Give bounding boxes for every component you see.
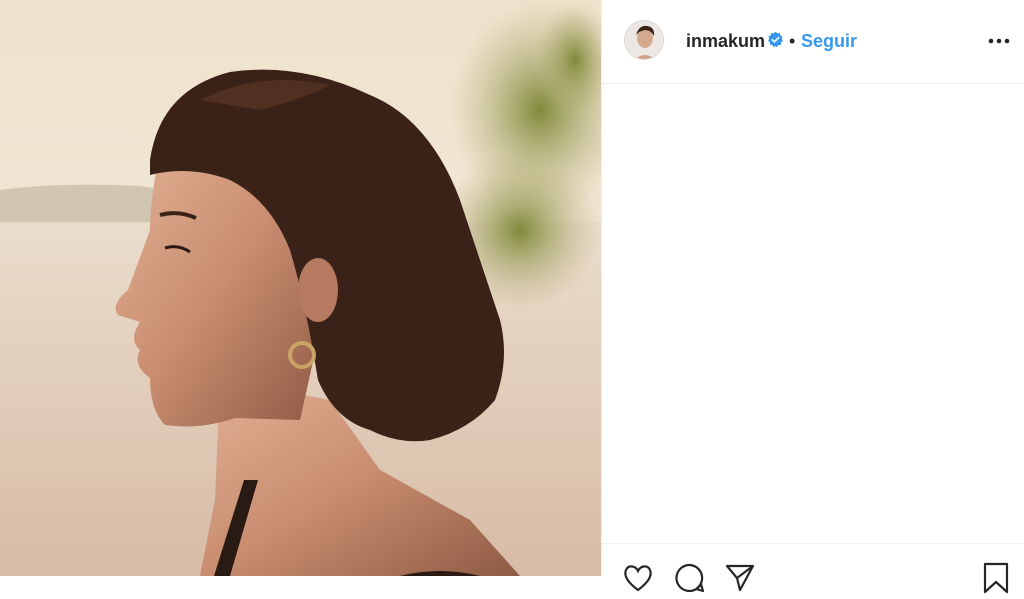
more-options-icon[interactable] — [987, 32, 1011, 50]
action-bar — [602, 543, 1024, 594]
follow-button[interactable]: Seguir — [801, 30, 857, 52]
separator-dot: • — [789, 31, 796, 51]
portrait-image — [0, 0, 601, 576]
share-icon[interactable] — [724, 562, 756, 594]
comment-icon[interactable] — [674, 562, 706, 594]
post-photo[interactable] — [0, 0, 601, 576]
post-header: inmakum • Seguir — [602, 0, 1024, 84]
post-sidebar: inmakum • Seguir — [601, 0, 1024, 594]
verified-badge-icon — [767, 31, 784, 48]
avatar[interactable] — [624, 20, 664, 60]
heart-icon[interactable] — [622, 562, 654, 594]
username[interactable]: inmakum — [686, 30, 765, 52]
bookmark-icon[interactable] — [980, 562, 1012, 594]
